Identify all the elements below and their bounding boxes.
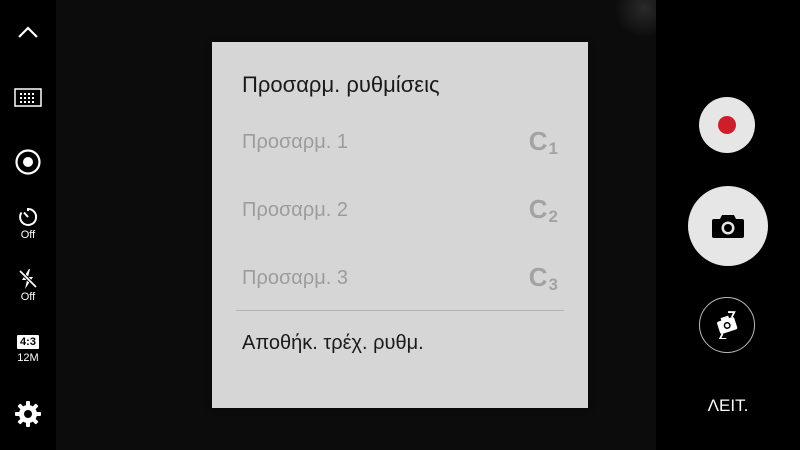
timer-status: Off <box>20 229 36 241</box>
option-label: Προσαρμ. 1 <box>242 130 348 153</box>
flash-button[interactable]: Off <box>0 268 56 303</box>
settings-button[interactable] <box>0 400 56 428</box>
flash-off-icon <box>18 269 38 289</box>
picture-size-button[interactable]: 4:3 12M <box>0 335 56 364</box>
effects-grid-icon <box>14 88 42 107</box>
timer-button[interactable]: Off <box>0 206 56 241</box>
switch-camera-icon <box>717 311 738 339</box>
option-badge: C2 <box>528 193 558 226</box>
dialog-divider <box>236 310 564 311</box>
custom-option-3[interactable]: Προσαρμ. 3 C3 <box>242 258 558 298</box>
option-label: Προσαρμ. 3 <box>242 266 348 289</box>
switch-camera-button[interactable] <box>699 297 755 353</box>
mode-button[interactable]: ΛΕΙΤ. <box>700 396 756 416</box>
custom-option-1[interactable]: Προσαρμ. 1 C1 <box>242 122 558 162</box>
collapse-button[interactable] <box>0 24 56 40</box>
record-icon <box>718 116 736 134</box>
gear-icon <box>15 401 41 427</box>
option-badge: C1 <box>528 125 558 158</box>
camera-icon <box>712 215 744 238</box>
hdr-button[interactable] <box>0 148 56 176</box>
option-badge: C3 <box>528 261 558 294</box>
save-current-settings-button[interactable]: Αποθήκ. τρέχ. ρυθμ. <box>242 332 424 355</box>
option-label: Προσαρμ. 2 <box>242 198 348 221</box>
timer-icon <box>19 207 38 226</box>
effects-button[interactable] <box>0 88 56 108</box>
custom-option-2[interactable]: Προσαρμ. 2 C2 <box>242 190 558 230</box>
dialog-title: Προσαρμ. ρυθμίσεις <box>242 72 440 97</box>
picture-size-label: 12M <box>17 352 39 364</box>
aspect-ratio-icon: 4:3 <box>17 335 39 349</box>
shutter-button[interactable] <box>688 186 768 266</box>
chevron-up-icon <box>18 26 38 38</box>
custom-settings-dialog: Προσαρμ. ρυθμίσεις Προσαρμ. 1 C1 Προσαρμ… <box>212 42 588 408</box>
left-toolbar: Off Off 4:3 12M <box>0 0 56 450</box>
record-video-button[interactable] <box>699 97 755 153</box>
flash-status: Off <box>20 291 36 303</box>
viewfinder-highlight <box>616 0 656 40</box>
hdr-icon <box>15 149 41 175</box>
